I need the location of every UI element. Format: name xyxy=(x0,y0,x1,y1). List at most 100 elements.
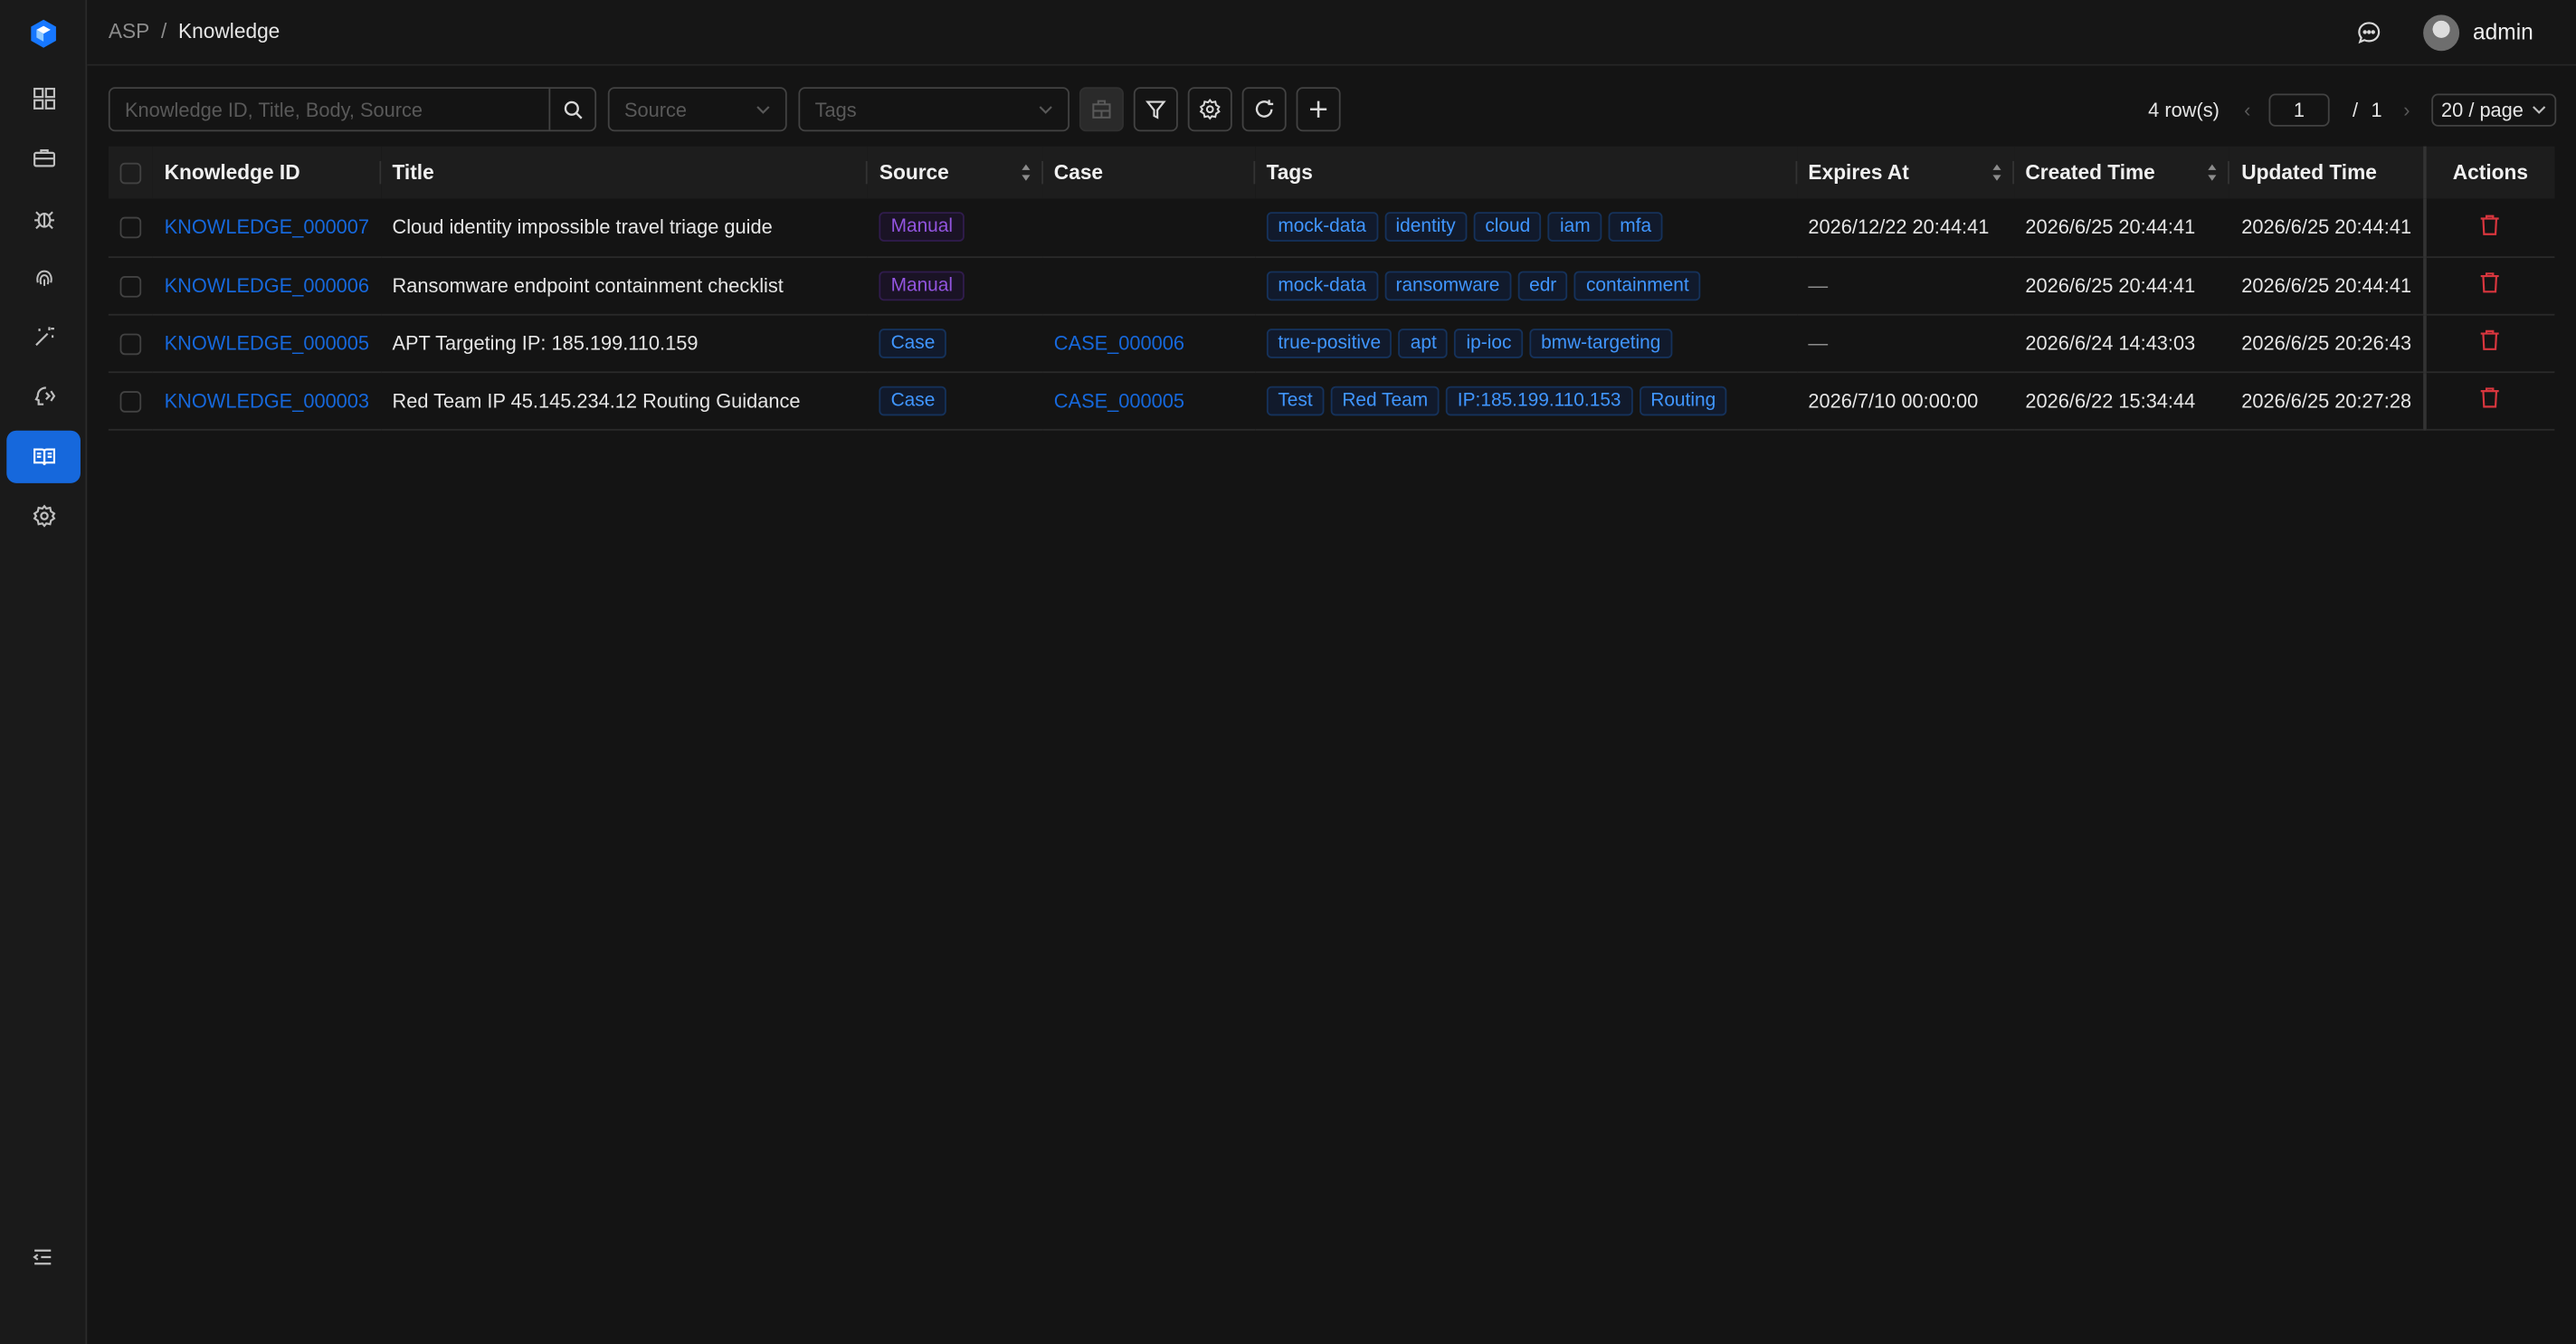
menu-collapse-icon[interactable] xyxy=(30,1244,56,1270)
nav-cases[interactable] xyxy=(6,131,81,184)
batch-action-button[interactable] xyxy=(1079,87,1124,132)
user-name[interactable]: admin xyxy=(2473,20,2533,44)
page-total: 1 xyxy=(2371,98,2382,121)
expires-cell: — xyxy=(1808,330,1829,355)
sidebar xyxy=(0,0,88,1344)
sort-icon[interactable] xyxy=(2207,163,2219,183)
case-link[interactable]: CASE_000005 xyxy=(1054,388,1184,411)
chat-icon[interactable] xyxy=(2356,20,2382,46)
knowledge-id-link[interactable]: KNOWLEDGE_000006 xyxy=(165,273,369,296)
row-checkbox[interactable] xyxy=(119,217,142,240)
header-created-time[interactable]: Created Time xyxy=(2014,147,2230,199)
row-checkbox[interactable] xyxy=(119,332,142,355)
nav-playbooks[interactable] xyxy=(6,310,81,363)
fingerprint-icon xyxy=(35,270,52,286)
sort-icon[interactable] xyxy=(1991,163,2002,183)
search-icon xyxy=(563,100,582,119)
header-label: Updated Time xyxy=(2241,160,2377,185)
page-input[interactable]: 1 xyxy=(2268,92,2330,126)
header-source[interactable]: Source xyxy=(868,147,1043,199)
breadcrumb-separator: / xyxy=(160,19,167,43)
delete-icon[interactable] xyxy=(2480,329,2502,351)
tag: cloud xyxy=(1473,212,1542,243)
knowledge-id-link[interactable]: KNOWLEDGE_000003 xyxy=(165,388,369,411)
row-checkbox[interactable] xyxy=(119,390,142,413)
chevron-down-icon xyxy=(1039,105,1052,114)
tag: ransomware xyxy=(1383,270,1512,300)
brain-icon xyxy=(33,386,55,405)
nav-settings[interactable] xyxy=(6,490,81,542)
pagination: 4 row(s) ‹ 1 / 1 › 20 / page xyxy=(2148,87,2557,131)
prev-page-icon[interactable]: ‹ xyxy=(2236,98,2258,120)
created-cell: 2026/6/24 14:43:03 xyxy=(2025,330,2196,355)
header-actions: Actions xyxy=(2422,146,2555,199)
gear-icon xyxy=(32,504,55,528)
avatar[interactable] xyxy=(2423,14,2460,52)
refresh-icon xyxy=(1255,100,1274,118)
chevron-down-icon xyxy=(756,105,770,114)
updated-cell: 2026/6/25 20:27:28 xyxy=(2241,388,2412,412)
created-cell: 2026/6/25 20:44:41 xyxy=(2025,273,2196,297)
search-input[interactable] xyxy=(109,89,549,130)
page-size-label: 20 / page xyxy=(2441,98,2524,121)
gear-icon xyxy=(1199,99,1221,120)
knowledge-id-link[interactable]: KNOWLEDGE_000007 xyxy=(165,215,369,238)
tag: identity xyxy=(1383,212,1468,243)
case-link[interactable]: CASE_000006 xyxy=(1054,331,1184,354)
header-select-all[interactable] xyxy=(109,147,153,199)
column-settings-button[interactable] xyxy=(1187,87,1232,132)
search-box xyxy=(108,87,597,132)
row-checkbox[interactable] xyxy=(119,275,142,298)
page-separator: / xyxy=(2352,98,2359,121)
add-knowledge-button[interactable] xyxy=(1296,87,1341,132)
magic-wand-icon xyxy=(34,327,54,347)
updated-cell: 2026/6/25 20:26:43 xyxy=(2241,330,2412,355)
breadcrumb-root[interactable]: ASP xyxy=(109,20,149,43)
select-all-checkbox[interactable] xyxy=(119,162,142,185)
sort-icon[interactable] xyxy=(1020,163,1031,183)
tag: Red Team xyxy=(1330,385,1440,415)
header-label: Source xyxy=(879,160,949,185)
actions-cell xyxy=(2422,371,2555,429)
book-icon xyxy=(33,448,55,465)
knowledge-table: Knowledge ID Title Source Case Tags Expi… xyxy=(108,146,2555,430)
delete-icon[interactable] xyxy=(2480,214,2502,236)
nav-artifacts[interactable] xyxy=(6,252,81,304)
tag: containment xyxy=(1574,270,1701,300)
tag: bmw-targeting xyxy=(1529,328,1673,357)
filter-button[interactable] xyxy=(1133,87,1178,132)
nav-alerts[interactable] xyxy=(6,192,81,244)
title-cell: Ransomware endpoint containment checklis… xyxy=(392,273,784,297)
nav-dashboard[interactable] xyxy=(6,72,81,125)
table-row[interactable]: KNOWLEDGE_000006 Ransomware endpoint con… xyxy=(108,256,2555,314)
delete-icon[interactable] xyxy=(2480,272,2502,294)
tag: ip-ioc xyxy=(1454,328,1524,357)
dashboard-icon xyxy=(33,87,55,110)
source-tag: Manual xyxy=(879,270,965,300)
table-row[interactable]: KNOWLEDGE_000007 Cloud identity impossib… xyxy=(108,198,2555,257)
tag: apt xyxy=(1399,328,1449,357)
header-expires-at[interactable]: Expires At xyxy=(1797,147,2014,199)
source-tag: Manual xyxy=(879,212,965,243)
table-row[interactable]: KNOWLEDGE_000003 Red Team IP 45.145.234.… xyxy=(108,371,2555,429)
briefcase-icon xyxy=(33,149,55,167)
page-size-select[interactable]: 20 / page xyxy=(2431,92,2557,126)
nav-knowledge[interactable] xyxy=(6,430,81,483)
breadcrumb-current: Knowledge xyxy=(178,19,280,43)
tags-select[interactable]: Tags xyxy=(798,87,1070,132)
chevron-down-icon xyxy=(2533,105,2546,114)
delete-icon[interactable] xyxy=(2480,386,2502,409)
updated-cell: 2026/6/25 20:44:41 xyxy=(2241,215,2412,239)
header-case: Case xyxy=(1042,147,1255,199)
search-button[interactable] xyxy=(548,89,594,130)
tag: true-positive xyxy=(1266,328,1393,357)
refresh-button[interactable] xyxy=(1241,87,1287,132)
tag: IP:185.199.110.153 xyxy=(1446,385,1633,415)
knowledge-id-link[interactable]: KNOWLEDGE_000005 xyxy=(165,331,369,354)
source-select[interactable]: Source xyxy=(607,87,787,132)
nav-agents[interactable] xyxy=(6,370,81,423)
created-cell: 2026/6/25 20:44:41 xyxy=(2025,215,2196,239)
table-row[interactable]: KNOWLEDGE_000005 APT Targeting IP: 185.1… xyxy=(108,313,2555,372)
next-page-icon[interactable]: › xyxy=(2395,98,2418,120)
logo-icon[interactable] xyxy=(28,18,59,49)
